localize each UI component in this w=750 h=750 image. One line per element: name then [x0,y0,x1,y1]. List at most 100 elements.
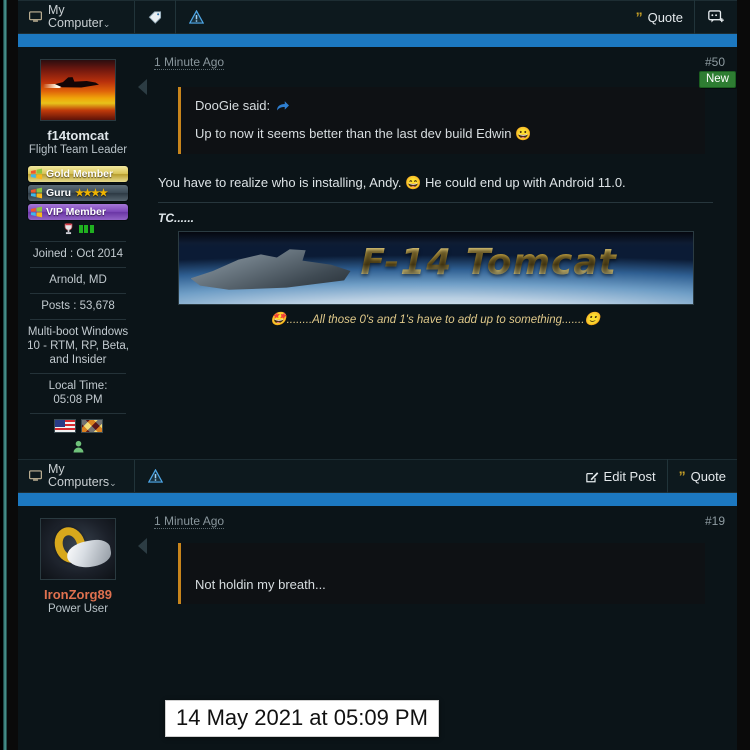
post-timestamp[interactable]: 1 Minute Ago [154,55,225,70]
date-tooltip: 14 May 2021 at 05:09 PM [165,700,439,737]
divider [30,241,126,242]
author-post-count-label: Posts : 53,678 [41,300,115,312]
gold-ring-avatar[interactable] [40,518,116,580]
author-username[interactable]: f14tomcat [22,128,134,143]
divider [30,319,126,320]
badge-stars: ★★★★ [75,187,108,199]
author-location[interactable]: Arnold, MD [22,273,134,287]
post-signature: TC...... F-14 Tomcat 🤩........All those … [158,202,713,333]
jump-to-post-icon[interactable] [276,100,290,112]
forum-thread-page: My Computer⌄ ” Quote f14tomcat Flight Te… [0,0,750,750]
author-local-time-label: Local Time: [48,380,108,392]
left-arrow-icon [138,538,147,554]
badge-gold-member: Gold Member [28,166,128,182]
post-toolbar-top: My Computer⌄ ” Quote [18,0,737,34]
post-body: You have to realize who is installing, A… [158,173,725,192]
quote-author-label: DooGie said: [195,98,271,113]
us-flag-icon [53,419,76,433]
quote-button-label: Quote [647,9,683,25]
post-toolbar-left-group: My Computer⌄ [18,0,217,34]
my-computer-button[interactable]: My Computer⌄ [18,1,135,33]
post2-toolbar-right-group: Edit Post ” Quote [575,459,737,493]
online-user-icon [72,440,85,453]
f14-tomcat-sunset-avatar[interactable] [40,59,116,121]
author-flags [22,419,134,433]
post-toolbar-bottom: My Computers⌄ Edit Post ” Quote [18,459,737,493]
post2-pointer [138,506,150,622]
report-post-button[interactable] [135,460,176,492]
grin-emoji: 😄 [405,175,422,190]
multi-quote-icon [708,10,724,24]
quote-mark-icon: ” [678,468,686,484]
quote-attribution: DooGie said: [195,98,691,113]
warning-triangle-icon [148,469,163,483]
warning-triangle-icon [189,10,204,24]
post-50: f14tomcat Flight Team Leader Gold Member… [18,47,737,459]
banner-title: F-14 Tomcat [360,242,617,283]
chevron-down-icon: ⌄ [109,477,117,488]
author-rank-icons [22,223,134,235]
banner-jet-image [190,249,351,290]
author-badges: Gold Member Guru ★★★★ VIP Member [22,166,134,220]
badge-label: VIP Member [46,206,106,218]
windows-logo-icon [30,168,43,180]
tag-icon [148,10,162,24]
new-post-badge: New [698,71,736,88]
post-body-part1: You have to realize who is installing, A… [158,175,402,190]
multi-quote-button[interactable] [695,1,737,33]
my-computers-button[interactable]: My Computers⌄ [18,460,135,492]
post-body-part2: He could end up with Android 11.0. [424,175,626,190]
post2-message-area: 1 Minute Ago #19 Not holdin my breath... [150,506,737,622]
post-message-area: 1 Minute Ago #50 New DooGie said: Up to … [150,47,737,459]
trophy-icon [63,223,74,235]
post-number[interactable]: #50 [705,55,725,69]
online-status [22,440,134,453]
signature-caption: 🤩........All those 0's and 1's have to a… [158,311,713,333]
divider [30,413,126,414]
post2-number[interactable]: #19 [705,514,725,528]
divider [30,293,126,294]
post-toolbar-right-group: ” Quote [625,0,737,34]
divider [158,202,713,203]
quote-body: Up to now it seems better than the last … [195,126,691,142]
post-19: IronZorg89 Power User 1 Minute Ago #19 N… [18,506,737,622]
post-author-panel: f14tomcat Flight Team Leader Gold Member… [18,47,138,459]
badge-guru: Guru ★★★★ [28,185,128,201]
badge-label: Gold Member [46,168,114,180]
post2-quote-body: Not holdin my breath... [195,577,326,592]
signature-label: TC...... [158,211,194,225]
edit-post-button[interactable]: Edit Post [575,460,667,492]
post2-timestamp[interactable]: 1 Minute Ago [154,514,225,529]
post2-quoted-post: Not holdin my breath... [178,543,705,604]
badge-vip-member: VIP Member [28,204,128,220]
chevron-down-icon: ⌄ [102,18,111,29]
post2-header: 1 Minute Ago #19 [154,514,725,529]
thread-content-column: My Computer⌄ ” Quote f14tomcat Flight Te… [18,0,737,750]
quote-button[interactable]: ” Quote [625,1,694,33]
my-computer-label: My Computer [48,2,103,30]
f14-tomcat-banner-image: F-14 Tomcat [177,231,694,305]
monitor-icon [29,470,42,482]
author-post-count: Posts : 53,678 [22,299,134,313]
page-right-gap [737,0,750,750]
rank-bars-icon [78,225,94,233]
post-pointer [138,47,150,459]
my-computers-label: My Computers [48,461,110,489]
quoted-post: DooGie said: Up to now it seems better t… [178,87,705,154]
quote-button[interactable]: ” Quote [668,460,737,492]
post2-author-panel: IronZorg89 Power User [18,506,138,622]
post2-author-title: Power User [47,603,109,615]
post2-author-username[interactable]: IronZorg89 [22,587,134,602]
report-post-button[interactable] [176,1,217,33]
maryland-flag-icon [80,419,103,433]
post2-toolbar-left-group: My Computers⌄ [18,460,176,492]
smile-emoji: 😀 [515,126,532,141]
tag-post-button[interactable] [135,1,175,33]
quote-button-label: Quote [690,468,726,484]
badge-label: Guru [46,187,72,199]
post-header: 1 Minute Ago #50 [154,55,725,70]
quote-mark-icon: ” [635,9,643,25]
divider [30,373,126,374]
avatar-jet-silhouette [55,77,99,88]
post-accent-bar [18,34,737,47]
